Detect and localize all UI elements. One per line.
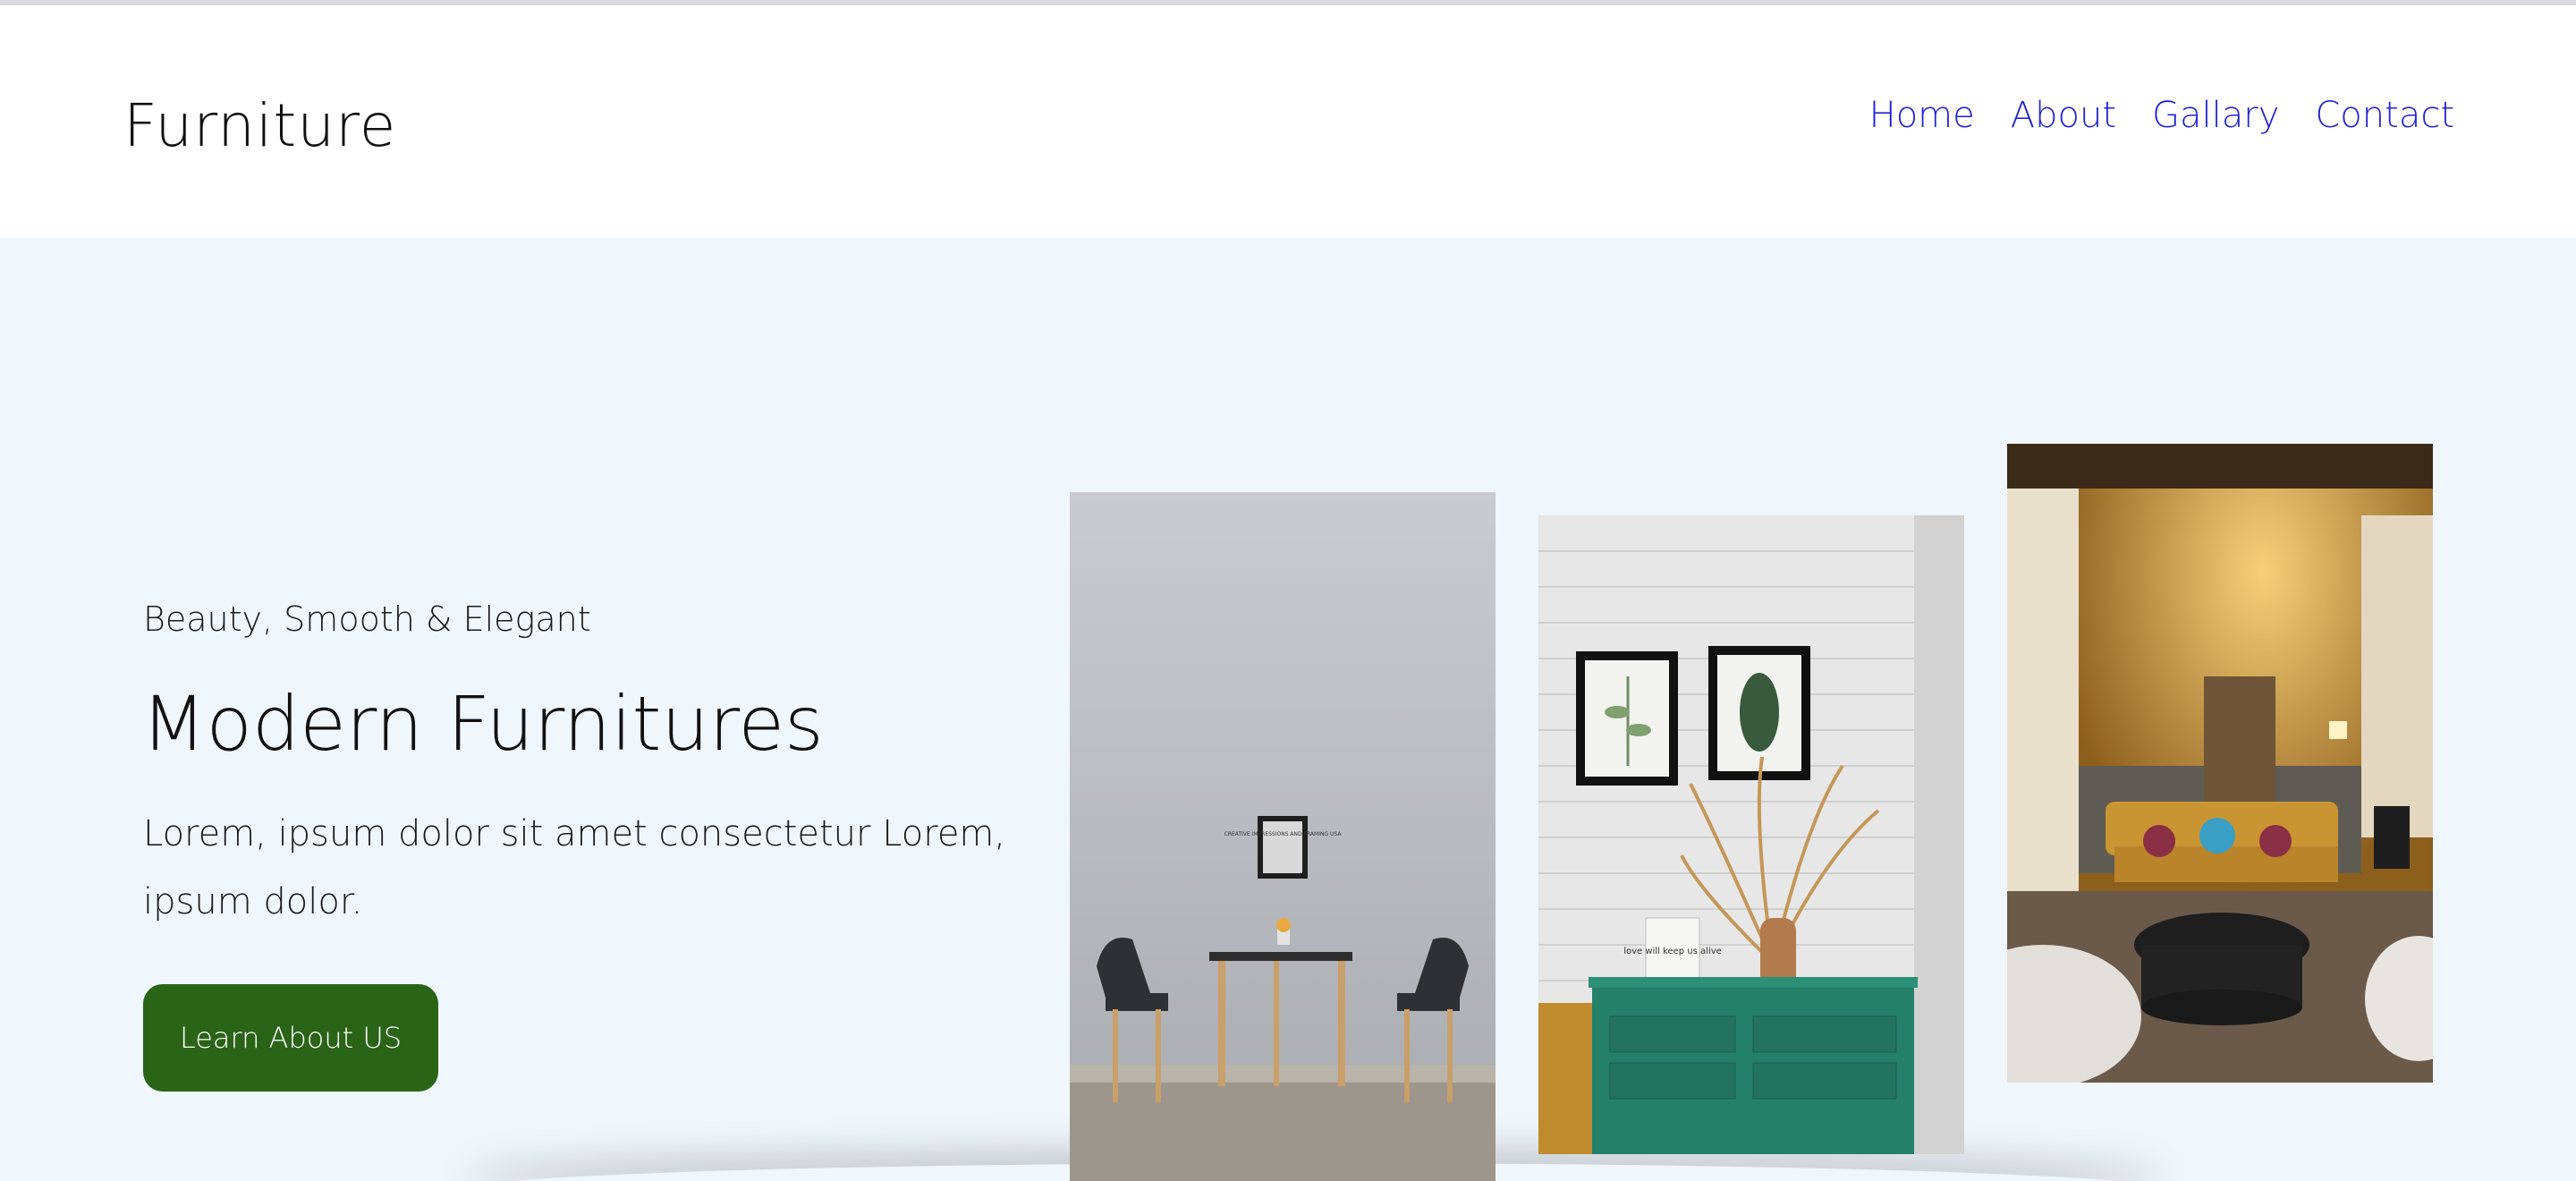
site-header: Furniture Home About Gallary Contact [0, 5, 2576, 238]
hero-section: Beauty, Smooth & Elegant Modern Furnitur… [0, 238, 2576, 1181]
hero-title: Modern Furnitures [141, 680, 824, 768]
dining-chairs-photo: CREATIVE IMPRESSIONS AND FRAMING USA [1070, 492, 1496, 1181]
nav-link-about[interactable]: About [2011, 95, 2116, 136]
living-room-photo [2007, 444, 2433, 1083]
nav-link-contact[interactable]: Contact [2315, 95, 2454, 136]
nav-link-gallary[interactable]: Gallary [2152, 95, 2279, 136]
frame-caption: love will keep us alive [1623, 947, 1722, 956]
frame-caption: CREATIVE IMPRESSIONS AND FRAMING USA [1224, 831, 1343, 837]
nav-link-home[interactable]: Home [1869, 95, 1975, 136]
learn-about-us-button[interactable]: Learn About US [143, 984, 438, 1092]
hero-description: Lorem, ipsum dolor sit amet consectetur … [143, 813, 1006, 922]
brand-logo[interactable]: Furniture [123, 91, 396, 160]
green-dresser-photo: love will keep us alive [1538, 515, 1964, 1154]
hero-tagline: Beauty, Smooth & Elegant [143, 599, 591, 639]
main-nav: Home About Gallary Contact [1869, 95, 2454, 136]
